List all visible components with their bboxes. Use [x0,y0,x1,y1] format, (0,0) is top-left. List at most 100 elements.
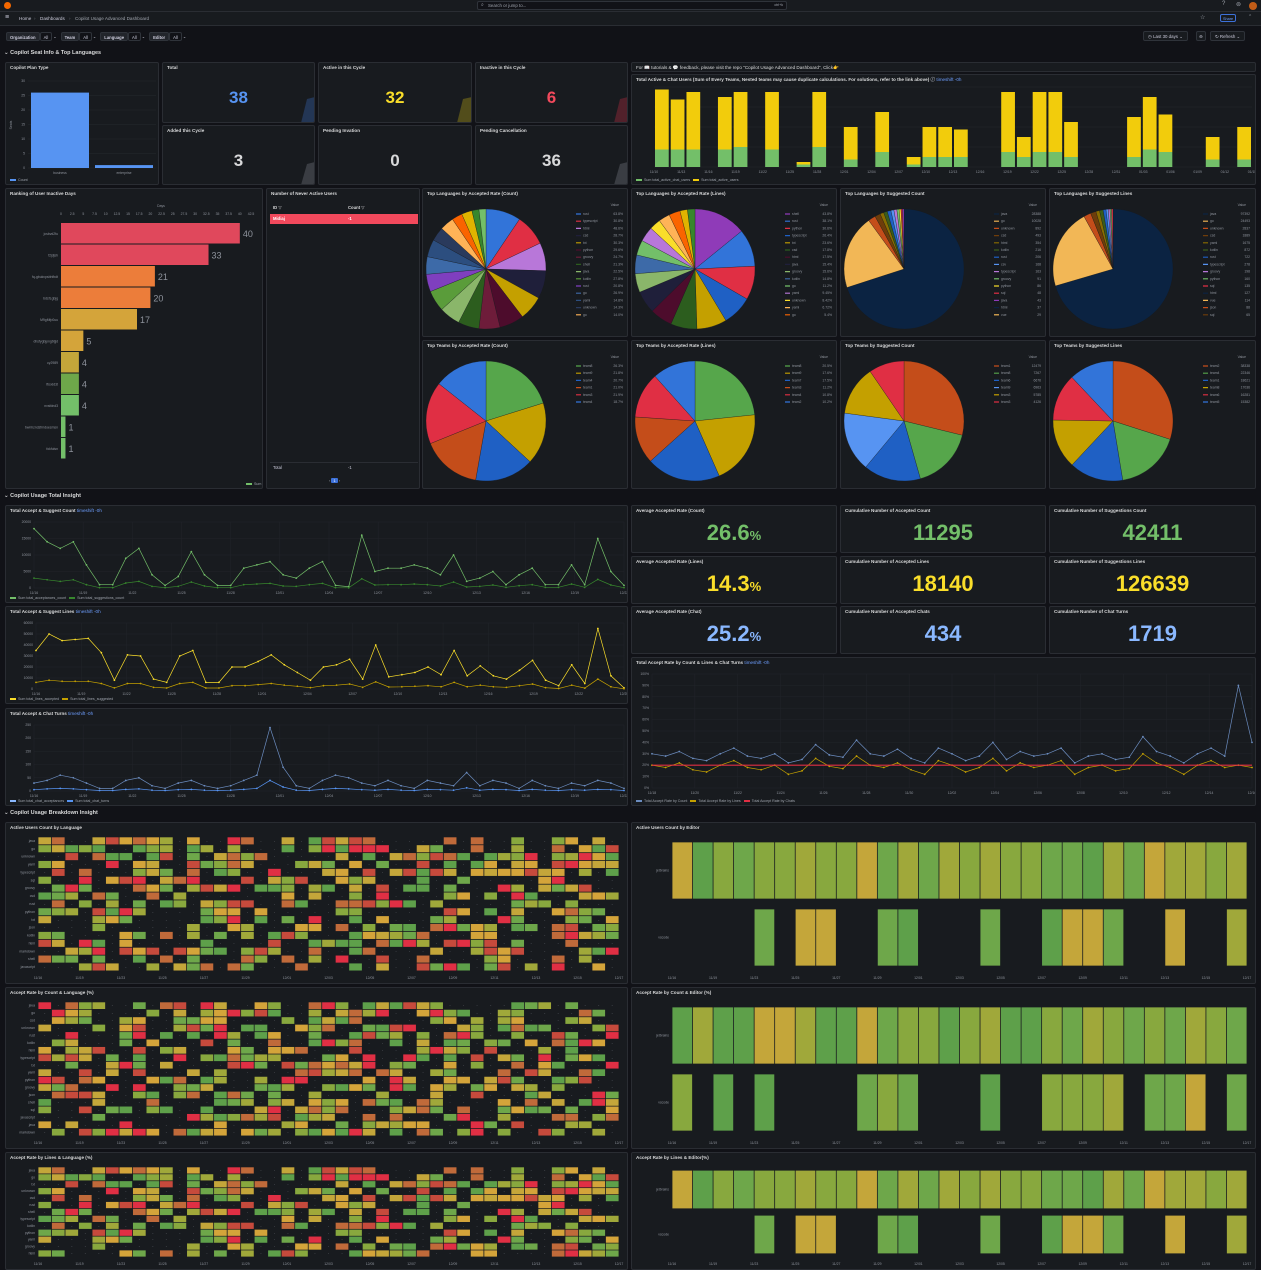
x-tick-label: 01/03 [1139,170,1148,174]
heat-cell [78,1091,92,1099]
row-header-total-insight[interactable]: ⌄ Copilot Usage Total Insight [4,493,81,499]
help-icon[interactable]: ? [1222,1,1225,7]
next-page-icon[interactable]: › [339,478,340,483]
legend-value: 18.7% [613,400,623,404]
heat-cell [132,1128,146,1136]
heat-cell [795,1170,816,1209]
empty-cell: - [477,1041,478,1045]
empty-cell: - [44,886,45,890]
empty-cell: - [395,878,396,882]
empty-cell: - [98,1034,99,1038]
empty-cell: - [179,1101,180,1105]
y-tick-label: 20000 [24,665,34,669]
chevron-down-icon: ⌄ [53,34,57,40]
collapse-icon[interactable]: ⌃ [1248,14,1252,20]
variable-select[interactable]: All [79,32,92,41]
menu-icon[interactable]: ≡ [5,14,9,21]
heat-cell [430,1099,443,1106]
panel-heat-lang-users: Active Users Count by Language java - - - - - -… [5,822,628,984]
empty-cell: - [152,1203,153,1207]
empty-cell: - [450,902,451,906]
heat-cell [1021,842,1042,899]
heat-cell [511,947,525,955]
heat-cell [92,1181,106,1188]
heat-cell [349,1215,362,1222]
heat-cell [160,1002,173,1009]
heat-cell [443,837,457,845]
breadcrumb-dashboards[interactable]: Dashboards [40,16,65,21]
time-range-picker[interactable]: ◷ Last 30 days ⌄ [1143,31,1188,41]
empty-cell: - [477,1217,478,1221]
breadcrumb-home[interactable]: Home [19,16,31,21]
heat-cell [295,900,308,908]
x-tick-label: 12/13 [439,692,448,696]
rss-icon[interactable]: ⊚ [1236,1,1241,8]
share-button[interactable]: Share [1220,14,1237,22]
empty-cell: - [125,902,126,906]
x-tick-label: 12/28 [1085,170,1094,174]
heat-cell [565,1188,579,1195]
empty-cell: - [98,1019,99,1023]
row-header-seat-info[interactable]: ⌄ Copilot Seat Info & Top Languages [4,50,101,56]
heat-cell [578,908,592,916]
empty-cell: - [193,1217,194,1221]
x-tick-label: 11/25 [177,794,185,798]
empty-cell: - [152,1231,153,1235]
info-text[interactable]: For 📖 tutorials & 💬 feedback, please vis… [636,65,839,71]
empty-cell: - [287,1071,288,1075]
heat-cell [511,1024,525,1032]
page-number[interactable]: 1 [331,478,338,483]
legend-label: team3 [583,393,593,397]
empty-cell: - [233,1078,234,1082]
heat-cell [187,876,200,884]
column-id-header[interactable]: ID ▽ [273,205,282,210]
heat-cell [605,1061,619,1069]
variable-select[interactable]: All [39,32,53,41]
heat-cell [295,1128,308,1136]
y-tick-label: bdsfLgbjg [43,296,58,300]
grafana-logo-icon[interactable] [4,2,11,9]
variables-group: Organization All ⌄ Team All ⌄ Language All ⌄ Edit… [6,32,190,41]
empty-cell: - [44,855,45,859]
panel-title: Cumulative Number of Accepted Chats [845,609,930,614]
heat-cell [227,963,241,971]
heat-cell [457,1128,470,1136]
zoom-out-icon[interactable]: ⊖ [1196,31,1206,41]
empty-cell: - [477,1048,478,1052]
heat-cell [484,955,497,963]
heat-cell [349,1084,362,1091]
heat-cell [335,845,349,853]
empty-cell: - [85,1041,86,1045]
pie-chart: Valueteam8 26.3%team9 21.8%team4 20.7%team1… [425,355,623,482]
empty-cell: - [463,1086,464,1090]
variable-select[interactable]: All [169,32,182,41]
empty-cell: - [436,1252,437,1256]
avatar[interactable] [1249,2,1257,10]
heat-cell [551,1061,565,1069]
refresh-button[interactable]: ↻ Refresh ⌄ [1210,31,1246,41]
column-count-header[interactable]: Count ▽ [348,205,364,210]
empty-cell: - [531,941,532,945]
heat-cell [349,837,362,845]
stat-number: 25.2 [706,621,750,646]
row-header-breakdown-insight[interactable]: ⌄ Copilot Usage Breakdown Insight [4,810,98,816]
empty-cell: - [274,918,275,922]
legend-value: 14.8% [613,298,623,302]
empty-cell: - [355,1093,356,1097]
breadcrumb-separator-icon: › [34,16,36,21]
heat-cell [692,842,713,899]
y-tick-label: 70% [642,706,649,710]
heatmap: java - - - - - - - - - - - - - - - - - - -go - - - - - - - - - - - - - - -… [19,1002,623,1145]
variable-select[interactable]: All [128,32,141,41]
empty-cell: - [382,1182,383,1186]
variable-label: Organization [6,32,40,41]
empty-cell: - [112,1115,113,1119]
heat-cell [105,853,119,861]
star-icon[interactable]: ☆ [1200,14,1205,21]
empty-cell: - [233,1252,234,1256]
search-box[interactable]: ⌕ Search or jump to... ctrl+k [477,1,787,10]
heat-cell [214,1250,227,1257]
empty-cell: - [531,1063,532,1067]
heat-cell [1226,842,1247,899]
empty-cell: - [166,1056,167,1060]
